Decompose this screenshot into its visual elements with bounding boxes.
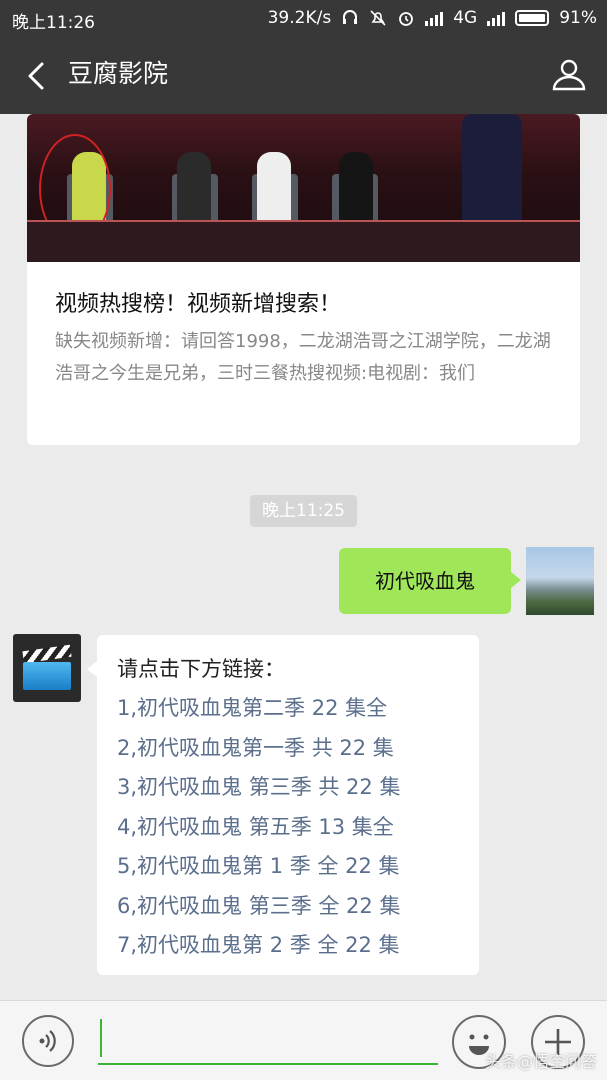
article-cover-image	[27, 114, 580, 262]
signal-icon	[425, 10, 444, 26]
signal-icon-2	[487, 10, 506, 26]
reply-link-7[interactable]: 7,初代吸血鬼第 2 季 全 22 集	[117, 926, 479, 966]
article-description: 缺失视频新增：请回答1998，二龙湖浩哥之江湖学院，二龙湖浩哥之今生是兄弟，三时…	[55, 331, 551, 384]
sent-message-bubble[interactable]: 初代吸血鬼	[339, 548, 521, 614]
mute-icon	[370, 10, 386, 26]
battery-icon	[515, 10, 550, 26]
status-bar: 晚上11:26 39.2K/s 4G 91%	[0, 0, 607, 36]
clapperboard-icon	[22, 644, 72, 664]
back-button[interactable]	[18, 56, 58, 96]
watermark: 头条@悟空问答	[484, 1052, 597, 1071]
reply-link-2[interactable]: 2,初代吸血鬼第一季 共 22 集	[117, 729, 479, 769]
title-bar: 豆腐影院	[0, 36, 607, 114]
message-input[interactable]	[98, 1015, 438, 1065]
bot-avatar[interactable]	[13, 634, 81, 702]
user-avatar[interactable]	[526, 547, 594, 615]
battery-level: 91%	[559, 8, 597, 28]
reply-link-4[interactable]: 4,初代吸血鬼 第五季 13 集全	[117, 808, 479, 848]
page-title: 豆腐影院	[68, 59, 169, 88]
chevron-left-icon	[28, 62, 44, 90]
reply-link-1[interactable]: 1,初代吸血鬼第二季 22 集全	[117, 689, 479, 729]
status-time: 晚上11:26	[12, 13, 95, 33]
reply-link-6[interactable]: 6,初代吸血鬼 第三季 全 22 集	[117, 887, 479, 927]
voice-input-button[interactable]	[22, 1015, 74, 1067]
article-title: 视频热搜榜！视频新增搜索！	[55, 292, 342, 317]
reply-message-bubble[interactable]: 请点击下方链接： 1,初代吸血鬼第二季 22 集全 2,初代吸血鬼第一季 共 2…	[87, 635, 479, 975]
profile-button[interactable]	[549, 54, 589, 94]
host-figure	[462, 114, 522, 234]
network-type: 4G	[453, 8, 478, 28]
status-icons: 39.2K/s 4G 91%	[268, 8, 597, 28]
person-icon	[552, 59, 586, 91]
text-caret	[100, 1019, 102, 1057]
network-speed: 39.2K/s	[267, 8, 332, 28]
alarm-icon	[399, 12, 414, 26]
headset-icon	[343, 10, 358, 24]
reply-heading: 请点击下方链接：	[117, 657, 285, 681]
reply-link-3[interactable]: 3,初代吸血鬼 第三季 共 22 集	[117, 768, 479, 808]
voice-icon	[39, 1030, 56, 1052]
message-timestamp: 晚上11:25	[250, 495, 357, 527]
article-card[interactable]: 视频热搜榜！视频新增搜索！ 缺失视频新增：请回答1998，二龙湖浩哥之江湖学院，…	[27, 114, 580, 445]
reply-link-5[interactable]: 5,初代吸血鬼第 1 季 全 22 集	[117, 847, 479, 887]
